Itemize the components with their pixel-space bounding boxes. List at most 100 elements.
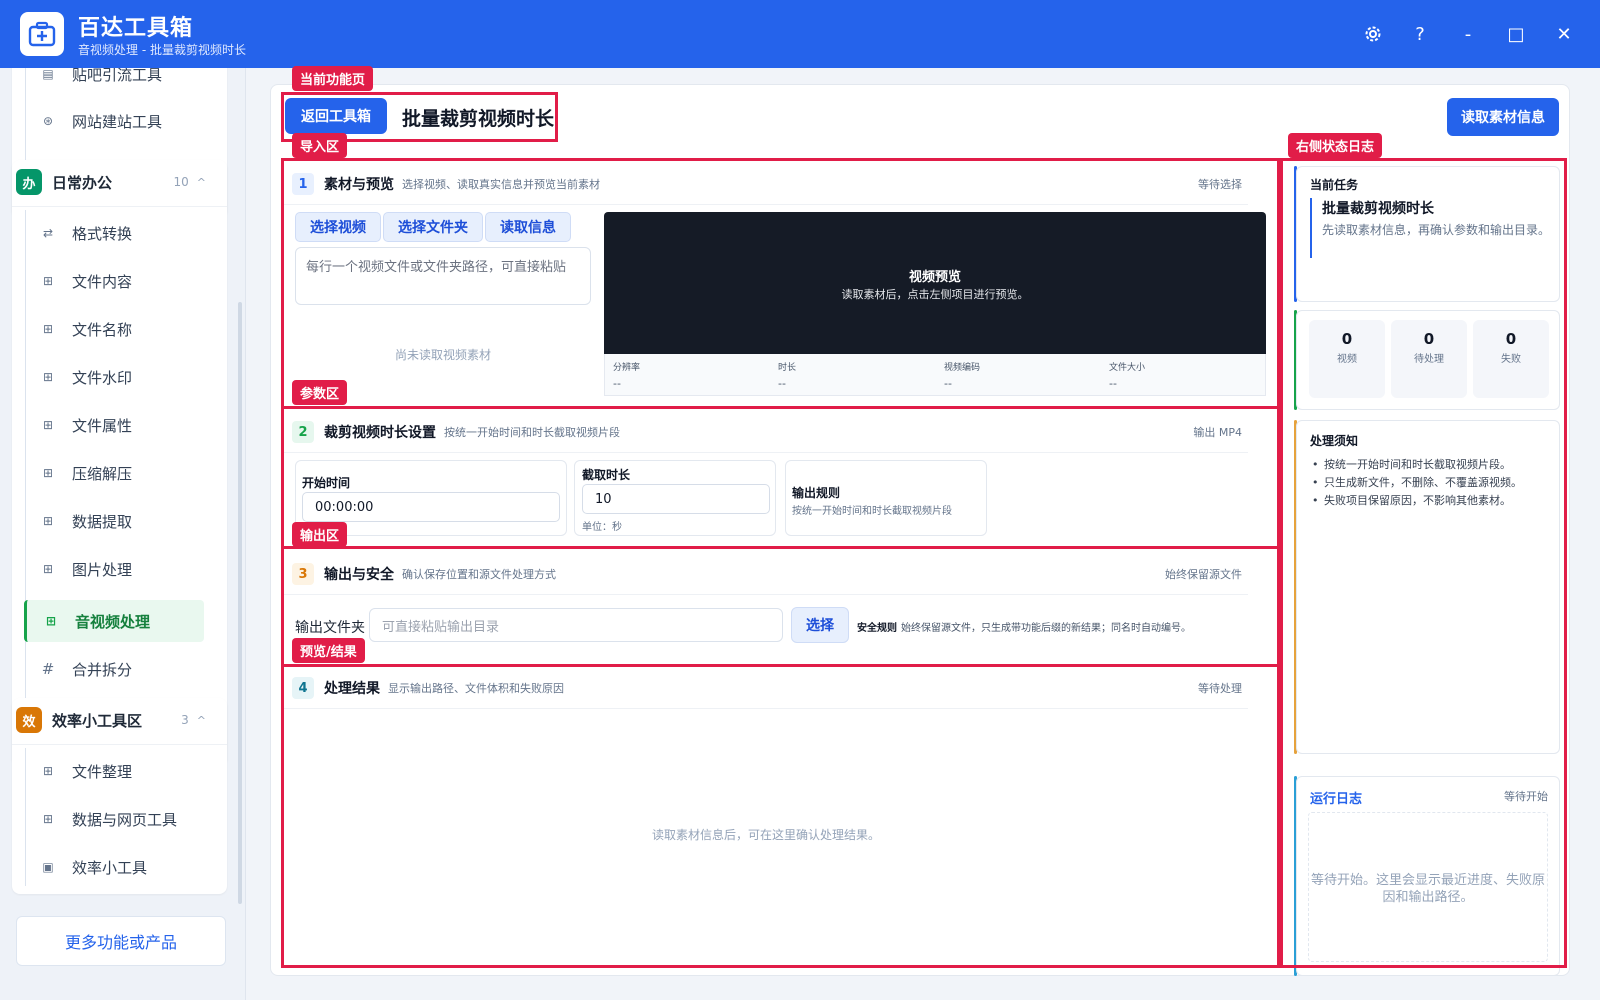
- toolbox-logo-icon: [20, 12, 64, 56]
- sidebar-item-data-web[interactable]: ⊞ 数据与网页工具: [24, 798, 204, 840]
- stat-label: 失败: [1501, 354, 1521, 365]
- start-time-input[interactable]: 00:00:00: [302, 492, 560, 522]
- meta-value: --: [778, 377, 786, 390]
- sidebar-item-file-attrs[interactable]: ⊞ 文件属性: [24, 404, 204, 446]
- sidebar-item-compress[interactable]: ⊞ 压缩解压: [24, 452, 204, 494]
- sidebar-item-label: 文件名称: [72, 320, 133, 339]
- log-empty-text: 等待开始。这里会显示最近进度、失败原因和输出路径。: [1310, 873, 1545, 905]
- sidebar-item-file-name[interactable]: ⊞ 文件名称: [24, 308, 204, 350]
- sidebar-item-label: 数据与网页工具: [72, 810, 178, 829]
- sidebar-item-merge-split[interactable]: # 合并拆分: [24, 648, 204, 690]
- settings-gear-icon[interactable]: [1359, 20, 1387, 48]
- select-folder-button[interactable]: 选择文件夹: [383, 212, 483, 242]
- output-folder-label: 输出文件夹: [295, 620, 365, 636]
- sidebar-item-label: 数据提取: [72, 512, 133, 531]
- group-title: 日常办公: [52, 173, 113, 192]
- section-status: 输出 MP4: [1193, 426, 1242, 439]
- duration-label: 截取时长: [582, 468, 631, 482]
- section-number: 3: [292, 563, 314, 585]
- annotation-output: 输出区: [292, 522, 348, 547]
- stat-number: 0: [1341, 330, 1353, 348]
- read-info-button[interactable]: 读取信息: [485, 212, 571, 242]
- duration-input[interactable]: 10: [582, 484, 770, 514]
- meta-label: 分辨率: [613, 363, 641, 373]
- swap-icon: ⇄: [42, 226, 54, 240]
- app-title: 百达工具箱: [78, 16, 194, 41]
- meta-codec: 视频编码 --: [944, 360, 980, 390]
- notice-item: 失败项目保留原因，不影响其他素材。: [1312, 492, 1552, 510]
- page-title: 批量裁剪视频时长: [402, 108, 555, 130]
- section-title: 素材与预览: [324, 177, 394, 193]
- close-button[interactable]: ✕: [1550, 20, 1578, 48]
- safety-rule: 安全规则 始终保留源文件，只生成带功能后缀的新结果；同名时自动编号。: [857, 619, 1191, 634]
- section-desc: 选择视频、读取真实信息并预览当前素材: [402, 178, 600, 191]
- sidebar: ▤ 贴吧引流工具 ⊛ 网站建站工具 办 日常办公 10 ^ ⇄ 格式转换 ⊞ 文件内…: [0, 68, 246, 1000]
- sidebar-item-label: 图片处理: [72, 560, 133, 579]
- meta-filesize: 文件大小 --: [1109, 360, 1145, 390]
- preview-subtitle: 读取素材后，点击左侧项目进行预览。: [841, 288, 1029, 301]
- grid-icon: ⊞: [42, 764, 54, 778]
- section-status: 等待处理: [1198, 682, 1242, 695]
- divider: [12, 206, 227, 207]
- material-empty-note: 尚未读取视频素材: [394, 348, 491, 362]
- hash-icon: #: [41, 660, 55, 678]
- group-header-office[interactable]: 办 日常办公 10 ^: [16, 162, 206, 202]
- grid-icon: ⊞: [42, 514, 54, 528]
- section-status: 等待选择: [1198, 178, 1242, 191]
- result-empty-note: 读取素材信息后，可在这里确认处理结果。: [651, 828, 880, 842]
- stat-videos: 0 视频: [1309, 320, 1385, 398]
- grid-icon: ⊞: [42, 274, 54, 288]
- sidebar-item-file-watermark[interactable]: ⊞ 文件水印: [24, 356, 204, 398]
- grid-icon: ⊞: [42, 370, 54, 384]
- annotation-preview: 预览/结果: [292, 638, 365, 663]
- section-title: 输出与安全: [324, 567, 394, 583]
- sidebar-item-tieba[interactable]: ▤ 贴吧引流工具: [24, 68, 204, 95]
- more-products-button[interactable]: 更多功能或产品: [16, 916, 226, 966]
- group-header-efficiency[interactable]: 效 效率小工具区 3 ^: [16, 700, 206, 740]
- output-folder-input[interactable]: 可直接粘贴输出目录: [369, 608, 783, 642]
- grid-icon: ⊞: [42, 418, 54, 432]
- chevron-up-icon: ^: [196, 713, 206, 727]
- maximize-button[interactable]: □: [1502, 20, 1530, 48]
- paths-textarea[interactable]: 每行一个视频文件或文件夹路径，可直接粘贴: [295, 247, 591, 305]
- rule-title: 输出规则: [792, 486, 841, 500]
- help-button[interactable]: ?: [1406, 20, 1434, 48]
- back-to-toolbox-button[interactable]: 返回工具箱: [285, 98, 387, 134]
- grid-icon: ⊞: [42, 562, 54, 576]
- meta-duration: 时长 --: [778, 360, 796, 390]
- sidebar-item-efficiency-tools[interactable]: ▣ 效率小工具: [24, 846, 204, 888]
- safety-rule-title: 安全规则: [857, 623, 897, 634]
- sidebar-scrollbar[interactable]: [238, 302, 242, 904]
- notice-item: 按统一开始时间和时长截取视频片段。: [1312, 456, 1552, 474]
- minimize-button[interactable]: -: [1454, 20, 1482, 48]
- chevron-up-icon: ^: [196, 175, 206, 189]
- task-label: 当前任务: [1310, 178, 1359, 192]
- preview-title: 视频预览: [908, 270, 961, 285]
- sidebar-item-audio-video[interactable]: ⊞ 音视频处理: [24, 600, 204, 642]
- stat-number: 0: [1423, 330, 1435, 348]
- notice-item: 只生成新文件，不删除、不覆盖源视频。: [1312, 474, 1552, 492]
- sidebar-item-label: 效率小工具: [72, 858, 148, 877]
- grid-icon: ⊞: [42, 466, 54, 480]
- sidebar-item-data-extract[interactable]: ⊞ 数据提取: [24, 500, 204, 542]
- annotation-param: 参数区: [292, 380, 348, 405]
- sidebar-item-file-content[interactable]: ⊞ 文件内容: [24, 260, 204, 302]
- task-title: 批量裁剪视频时长: [1322, 201, 1434, 217]
- divider: [12, 744, 227, 745]
- annotation-current-page: 当前功能页: [292, 66, 374, 91]
- section-desc: 显示输出路径、文件体积和失败原因: [388, 682, 564, 695]
- sidebar-item-image[interactable]: ⊞ 图片处理: [24, 548, 204, 590]
- stat-pending: 0 待处理: [1391, 320, 1467, 398]
- select-video-button[interactable]: 选择视频: [295, 212, 381, 242]
- video-meta-bar: 分辨率 -- 时长 -- 视频编码 -- 文件大小 --: [604, 354, 1266, 396]
- sidebar-item-file-organize[interactable]: ⊞ 文件整理: [24, 750, 204, 792]
- start-time-label: 开始时间: [302, 476, 351, 490]
- sidebar-item-website[interactable]: ⊛ 网站建站工具: [24, 100, 204, 142]
- grid-icon: ⊞: [45, 614, 57, 628]
- sidebar-item-format-convert[interactable]: ⇄ 格式转换: [24, 212, 204, 254]
- choose-folder-button[interactable]: 选择: [791, 607, 849, 643]
- read-material-info-button[interactable]: 读取素材信息: [1447, 98, 1559, 136]
- sidebar-item-label: 文件水印: [72, 368, 133, 387]
- section-number: 4: [292, 677, 314, 699]
- unit-hint: 单位：秒: [582, 522, 622, 533]
